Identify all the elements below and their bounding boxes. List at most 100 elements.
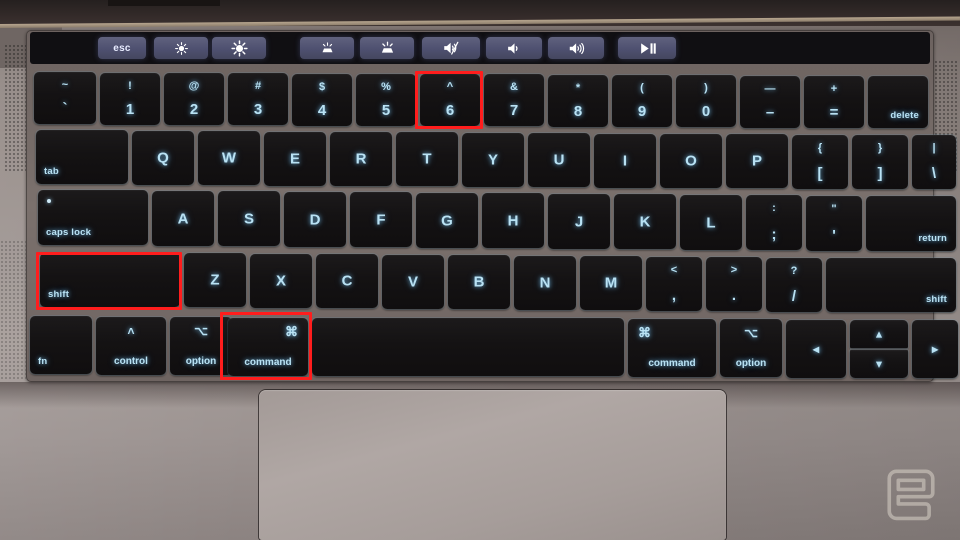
brightness-up-button[interactable] [212,37,266,59]
key-arrow-up[interactable]: ▴ [850,320,908,348]
key-9[interactable]: ( 9 [612,75,672,127]
key-w[interactable]: W [198,131,260,185]
screenshot-stage: esc ~ ` ! 1 @ 2 # 3 $ 4 % 5 ^ 6 & 7 * 8 … [0,0,960,540]
key-g[interactable]: G [416,193,478,248]
play-pause-button[interactable] [618,37,676,59]
key-t[interactable]: T [396,132,458,186]
engadget-logo-watermark [887,469,935,521]
key-arrow-down[interactable]: ▾ [850,350,908,378]
key-tilde-shift-legend: ~ [61,79,69,91]
key-command-left[interactable]: ⌘ command [228,318,308,376]
key-bracket-right[interactable]: } ] [852,135,908,189]
key-6[interactable]: ^ 6 [420,74,480,126]
key-q-label: Q [157,149,169,167]
touch-bar[interactable]: esc [30,32,930,64]
key-j[interactable]: J [548,194,610,249]
key-r-label: R [355,150,367,168]
key-y[interactable]: Y [462,133,524,187]
key-b[interactable]: B [448,255,510,309]
key-slash-base-legend: / [791,288,797,305]
key-command-right[interactable]: ⌘ command [628,319,716,377]
key-w-label: W [221,149,237,167]
key-i[interactable]: I [594,134,656,188]
key-slash[interactable]: ? / [766,258,822,312]
key-tilde[interactable]: ~ ` [34,72,96,124]
key-return-label: return [918,233,947,244]
key-backslash-base-legend: \ [931,165,937,182]
key-0[interactable]: ) 0 [676,75,736,127]
key-period[interactable]: > . [706,257,762,311]
key-3[interactable]: # 3 [228,73,288,125]
esc-key[interactable]: esc [98,37,146,59]
key-shift-left[interactable]: shift [40,253,180,307]
key-l[interactable]: L [680,195,742,250]
key-7[interactable]: & 7 [484,74,544,126]
control-symbol-icon: ˄ [127,324,135,338]
key-arrow-right[interactable]: ▸ [912,320,958,378]
volume-down-button[interactable] [486,37,542,59]
key-comma[interactable]: < , [646,257,702,311]
key-q[interactable]: Q [132,131,194,185]
key-return[interactable]: return [866,196,956,251]
key-control[interactable]: ˄ control [96,317,166,375]
key-d[interactable]: D [284,192,346,247]
key-bracket-left[interactable]: { [ [792,135,848,189]
key-s[interactable]: S [218,191,280,246]
key-p[interactable]: P [726,134,788,188]
key-minus-shift-legend: — [764,83,776,95]
key-option-left[interactable]: ⌥ option [170,317,232,375]
key-0-base-legend: 0 [701,103,711,120]
key-4[interactable]: $ 4 [292,74,352,126]
key-h-label: H [507,212,519,229]
key-e[interactable]: E [264,132,326,186]
key-v[interactable]: V [382,255,444,309]
volume-up-button[interactable] [548,37,604,59]
key-quote[interactable]: " ' [806,196,862,251]
key-delete[interactable]: delete [868,76,928,128]
key-tab[interactable]: tab [36,130,128,184]
key-8[interactable]: * 8 [548,75,608,127]
key-caps-lock[interactable]: caps lock [38,190,148,245]
key-o[interactable]: O [660,134,722,188]
key-4-shift-legend: $ [318,81,326,93]
volume-down-icon [507,42,518,54]
key-2[interactable]: @ 2 [164,73,224,125]
key-n-label: N [539,274,551,292]
key-fn[interactable]: fn [30,316,92,374]
key-semicolon-shift-legend: : [772,202,776,214]
key-c[interactable]: C [316,254,378,308]
caps-lock-led-indicator [47,199,51,203]
key-backslash[interactable]: | \ [912,135,956,189]
key-8-shift-legend: * [575,82,581,94]
trackpad[interactable] [259,390,726,540]
key-a[interactable]: A [152,191,214,246]
key-1[interactable]: ! 1 [100,73,160,125]
keyboard-backlight-up-button[interactable] [360,37,414,59]
keyboard-backlight-down-button[interactable] [300,37,354,59]
key-semicolon[interactable]: : ; [746,195,802,250]
brightness-down-button[interactable] [154,37,208,59]
key-tilde-base-legend: ` [62,100,68,117]
key-space[interactable] [312,318,624,376]
key-u[interactable]: U [528,133,590,187]
key-5[interactable]: % 5 [356,74,416,126]
key-k[interactable]: K [614,194,676,249]
key-tab-label: tab [44,166,59,177]
key-z[interactable]: Z [184,253,246,307]
key-equals[interactable]: + = [804,76,864,128]
key-f[interactable]: F [350,192,412,247]
key-n[interactable]: N [514,256,576,310]
key-shift-right[interactable]: shift [826,258,956,312]
key-1-shift-legend: ! [128,80,132,92]
key-x[interactable]: X [250,254,312,308]
key-arrow-left[interactable]: ◂ [786,320,846,378]
key-h[interactable]: H [482,193,544,248]
key-r[interactable]: R [330,132,392,186]
key-minus-base-legend: – [765,104,775,121]
key-u-label: U [553,151,565,169]
key-3-base-legend: 3 [253,101,263,118]
key-option-right[interactable]: ⌥ option [720,319,782,377]
key-m[interactable]: M [580,256,642,310]
key-minus[interactable]: — – [740,76,800,128]
mute-button[interactable] [422,37,480,59]
